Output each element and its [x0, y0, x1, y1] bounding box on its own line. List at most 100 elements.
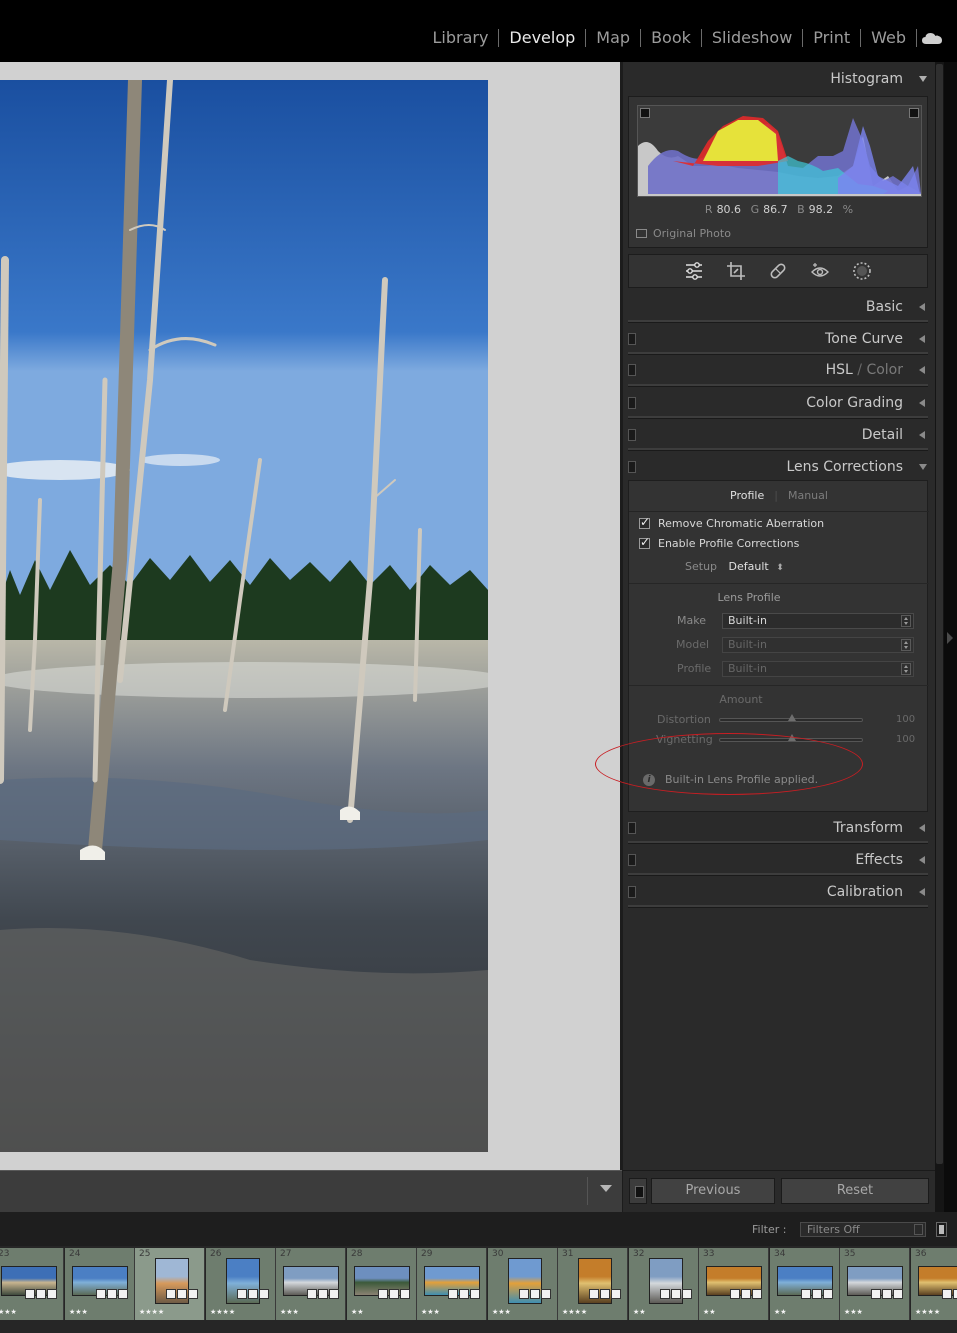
profile-select[interactable]: Built-in — [722, 661, 914, 677]
panel-toggle-switch[interactable] — [628, 429, 636, 441]
module-web[interactable]: Web — [861, 28, 916, 47]
comment-badge-icon[interactable] — [36, 1289, 46, 1299]
star-rating[interactable]: ★★★★ — [915, 1308, 940, 1316]
keyword-badge-icon[interactable] — [96, 1289, 106, 1299]
filmstrip-thumbnail[interactable]: 35 ★★★ — [840, 1248, 910, 1320]
enable-profile-corrections-checkbox[interactable]: Enable Profile Corrections — [639, 535, 799, 550]
edit-badge-icon[interactable] — [259, 1289, 269, 1299]
comment-badge-icon[interactable] — [671, 1289, 681, 1299]
edit-badge-icon[interactable] — [682, 1289, 692, 1299]
edit-badge-icon[interactable] — [611, 1289, 621, 1299]
red-eye-icon[interactable] — [809, 260, 831, 282]
star-rating[interactable]: ★★★ — [492, 1308, 511, 1316]
filmstrip-thumbnail[interactable]: 32 ★★ — [629, 1248, 699, 1320]
star-rating[interactable]: ★★★★ — [210, 1308, 235, 1316]
comment-badge-icon[interactable] — [953, 1289, 957, 1299]
module-print[interactable]: Print — [803, 28, 860, 47]
distortion-slider-thumb[interactable] — [788, 714, 796, 721]
module-slideshow[interactable]: Slideshow — [702, 28, 802, 47]
filter-select[interactable]: Filters Off — [800, 1222, 926, 1237]
tab-profile[interactable]: Profile — [730, 489, 764, 502]
filmstrip-thumbnail[interactable]: 33 ★★ — [699, 1248, 769, 1320]
filmstrip-thumbnail[interactable]: 23 ★★★ — [0, 1248, 64, 1320]
module-map[interactable]: Map — [586, 28, 640, 47]
keyword-badge-icon[interactable] — [730, 1289, 740, 1299]
keyword-badge-icon[interactable] — [307, 1289, 317, 1299]
comment-badge-icon[interactable] — [530, 1289, 540, 1299]
filmstrip-thumbnail[interactable]: 252★★★★ — [135, 1248, 205, 1320]
keyword-badge-icon[interactable] — [871, 1289, 881, 1299]
star-rating[interactable]: ★★★ — [0, 1308, 17, 1316]
crop-icon[interactable] — [725, 260, 747, 282]
vignetting-value[interactable]: 100 — [896, 734, 915, 745]
filter-lock-switch[interactable] — [936, 1222, 947, 1237]
keyword-badge-icon[interactable] — [801, 1289, 811, 1299]
edit-badge-icon[interactable] — [541, 1289, 551, 1299]
filmstrip-thumbnail[interactable]: 28 ★★ — [347, 1248, 417, 1320]
filmstrip-thumbnail[interactable]: 30 ★★★ — [488, 1248, 558, 1320]
comment-badge-icon[interactable] — [600, 1289, 610, 1299]
panel-collapse-arrow-icon[interactable] — [947, 632, 953, 644]
filmstrip-thumbnail[interactable]: 36 ★★★★ — [911, 1248, 957, 1320]
histogram-graph[interactable] — [637, 105, 922, 197]
star-rating[interactable]: ★★★ — [69, 1308, 88, 1316]
comment-badge-icon[interactable] — [882, 1289, 892, 1299]
edit-badge-icon[interactable] — [118, 1289, 128, 1299]
cloud-sync-icon[interactable] — [921, 30, 943, 46]
panel-toggle-switch[interactable] — [628, 364, 636, 376]
vignetting-slider-thumb[interactable] — [788, 734, 796, 741]
edit-sliders-icon[interactable] — [683, 260, 705, 282]
module-library[interactable]: Library — [422, 28, 498, 47]
filmstrip-thumbnail[interactable]: 31 ★★★★ — [558, 1248, 628, 1320]
histogram-header[interactable]: Histogram — [623, 64, 935, 94]
checkbox-checked[interactable] — [639, 515, 650, 529]
star-rating[interactable]: ★★★ — [280, 1308, 299, 1316]
hsl-tab[interactable]: HSL — [826, 362, 853, 378]
filmstrip-thumbnail[interactable]: 24 ★★★ — [65, 1248, 135, 1320]
keyword-badge-icon[interactable] — [378, 1289, 388, 1299]
filmstrip-thumbnail[interactable]: 34 ★★ — [770, 1248, 840, 1320]
scrollbar-thumb[interactable] — [936, 64, 943, 1164]
panel-toggle-switch[interactable] — [628, 854, 636, 866]
keyword-badge-icon[interactable] — [448, 1289, 458, 1299]
star-rating[interactable]: ★★★★ — [562, 1308, 587, 1316]
star-rating[interactable]: ★★ — [703, 1308, 716, 1316]
main-photo[interactable] — [0, 80, 488, 1152]
edit-badge-icon[interactable] — [470, 1289, 480, 1299]
filmstrip-thumbnail[interactable]: 26 ★★★★ — [206, 1248, 276, 1320]
comment-badge-icon[interactable] — [812, 1289, 822, 1299]
comment-badge-icon[interactable] — [318, 1289, 328, 1299]
comment-badge-icon[interactable] — [248, 1289, 258, 1299]
make-select[interactable]: Built-in — [722, 613, 914, 629]
updown-chevron-icon[interactable]: ⬍ — [776, 563, 784, 573]
module-develop[interactable]: Develop — [499, 28, 585, 47]
comment-badge-icon[interactable] — [459, 1289, 469, 1299]
original-photo-toggle[interactable]: Original Photo — [636, 227, 731, 240]
star-rating[interactable]: ★★★★ — [139, 1308, 164, 1316]
keyword-badge-icon[interactable] — [25, 1289, 35, 1299]
panel-toggle-switch[interactable] — [628, 822, 636, 834]
model-select[interactable]: Built-in — [722, 637, 914, 653]
hsl-color-panel-header[interactable]: HSL / Color — [623, 355, 935, 385]
comment-badge-icon[interactable] — [741, 1289, 751, 1299]
filmstrip-thumbnail[interactable]: 27 ★★★ — [276, 1248, 346, 1320]
keyword-badge-icon[interactable] — [519, 1289, 529, 1299]
edit-badge-icon[interactable] — [893, 1289, 903, 1299]
edit-badge-icon[interactable] — [823, 1289, 833, 1299]
panel-toggle-switch[interactable] — [628, 397, 636, 409]
keyword-badge-icon[interactable] — [166, 1289, 176, 1299]
edit-badge-icon[interactable] — [752, 1289, 762, 1299]
remove-chromatic-aberration-checkbox[interactable]: Remove Chromatic Aberration — [639, 515, 824, 530]
previous-button[interactable]: Previous — [651, 1178, 775, 1204]
tab-manual[interactable]: Manual — [788, 489, 828, 502]
right-panel-scrollbar[interactable] — [935, 62, 944, 1212]
star-rating[interactable]: ★★★ — [844, 1308, 863, 1316]
tone-curve-panel-header[interactable]: Tone Curve — [623, 324, 935, 354]
masking-icon[interactable] — [851, 260, 873, 282]
star-rating[interactable]: ★★ — [774, 1308, 787, 1316]
healing-brush-icon[interactable] — [767, 260, 789, 282]
panel-toggle-switch[interactable] — [628, 886, 636, 898]
toolbar-menu-chevron-icon[interactable] — [600, 1185, 612, 1192]
comment-badge-icon[interactable] — [177, 1289, 187, 1299]
highlight-clipping-toggle[interactable] — [909, 108, 919, 118]
